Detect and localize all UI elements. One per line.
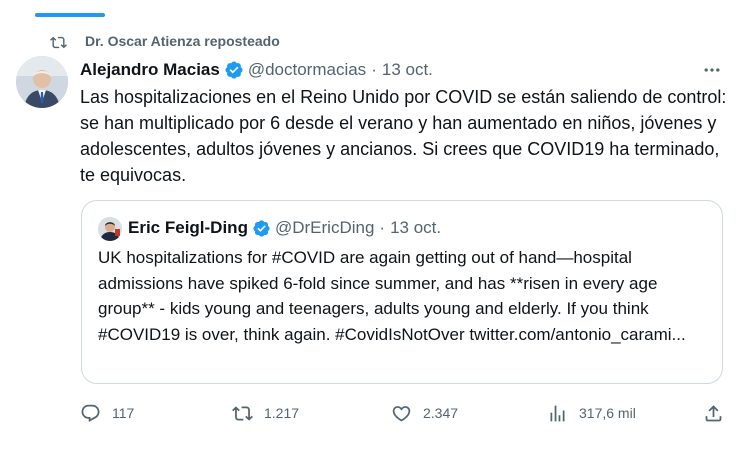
more-icon — [704, 68, 720, 72]
quoted-author-name[interactable]: Eric Feigl-Ding — [128, 218, 248, 238]
reply-count: 117 — [112, 405, 135, 421]
verified-badge-icon — [225, 61, 243, 79]
tab-indicator — [35, 13, 105, 17]
repost-icon — [232, 405, 253, 421]
separator-dot: · — [379, 218, 386, 237]
quoted-date[interactable]: 13 oct. — [390, 218, 441, 238]
views-count: 317,6 mil — [579, 405, 636, 421]
quoted-header: Eric Feigl-Ding @DrEricDing · 13 oct. — [128, 216, 441, 240]
tweet-header: Alejandro Macias @doctormacias · 13 oct. — [80, 59, 433, 81]
quoted-avatar[interactable] — [98, 217, 122, 241]
action-bar: 117 1.217 2.347 317,6 mil — [0, 398, 750, 428]
reply-button[interactable]: 117 — [80, 398, 134, 428]
heart-icon — [392, 405, 411, 422]
like-count: 2.347 — [423, 405, 459, 421]
tweet-date[interactable]: 13 oct. — [382, 60, 433, 80]
quoted-author-handle[interactable]: @DrEricDing — [275, 218, 374, 238]
views-chart-icon — [550, 405, 565, 421]
author-handle[interactable]: @doctormacias — [248, 60, 366, 80]
quoted-tweet[interactable]: Eric Feigl-Ding @DrEricDing · 13 oct. UK… — [81, 200, 723, 384]
repost-context: Dr. Oscar Atienza reposteado — [50, 31, 280, 53]
more-options-button[interactable] — [700, 60, 724, 80]
repost-button[interactable]: 1.217 — [232, 398, 299, 428]
author-name[interactable]: Alejandro Macias — [80, 60, 220, 80]
verified-badge-icon — [253, 219, 270, 237]
repost-label[interactable]: Dr. Oscar Atienza reposteado — [85, 33, 280, 49]
repost-count: 1.217 — [264, 405, 300, 421]
like-button[interactable]: 2.347 — [391, 398, 458, 428]
share-button[interactable] — [703, 398, 724, 428]
repost-icon — [50, 36, 67, 48]
reply-icon — [81, 404, 100, 422]
separator-dot: · — [371, 60, 377, 79]
avatar[interactable] — [16, 56, 68, 108]
views-button[interactable]: 317,6 mil — [547, 398, 636, 428]
quoted-text: UK hospitalizations for #COVID are again… — [98, 248, 686, 344]
share-icon — [705, 404, 722, 421]
tweet-text: Las hospitalizaciones en el Reino Unido … — [80, 87, 727, 185]
